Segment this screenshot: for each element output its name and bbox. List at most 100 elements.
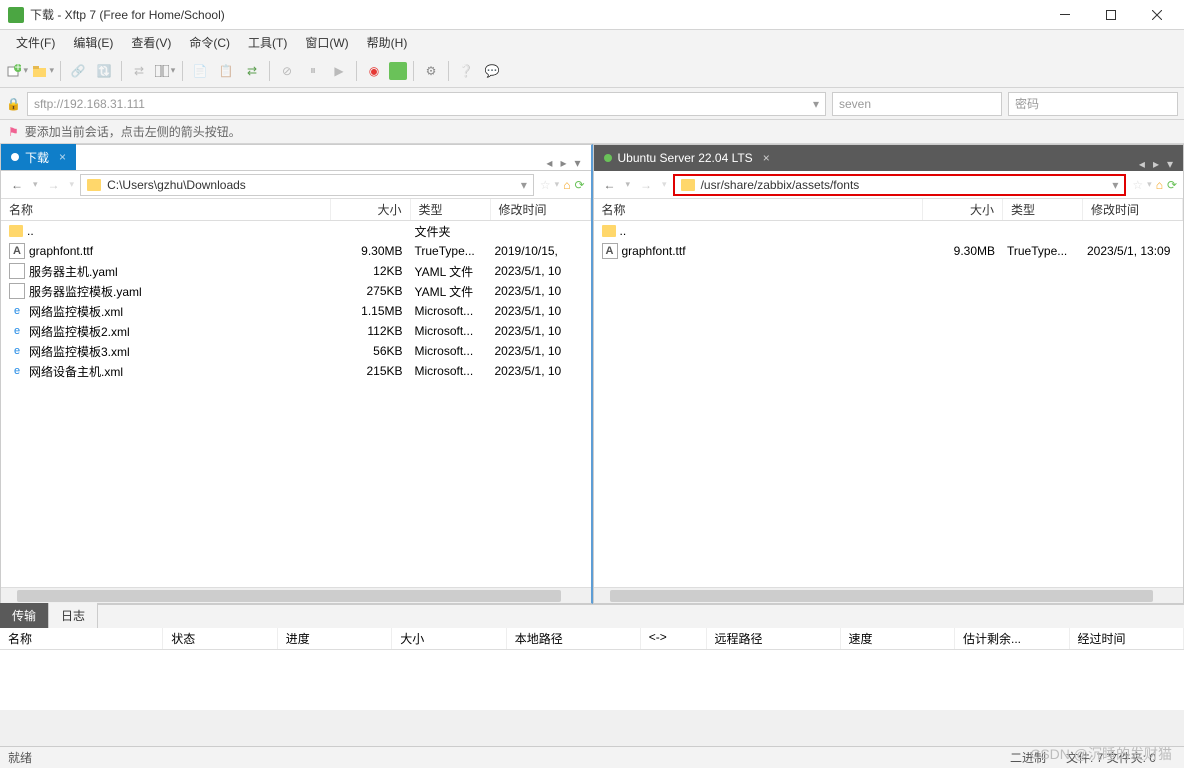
tab-log[interactable]: 日志 [48, 602, 98, 628]
paste-icon[interactable]: 📋 [215, 60, 237, 82]
lock-icon: 🔒 [6, 97, 21, 111]
file-row[interactable]: Agraphfont.ttf 9.30MB TrueType... 2023/5… [594, 241, 1184, 261]
menu-edit[interactable]: 编辑(E) [65, 32, 121, 53]
open-folder-icon[interactable]: ▾ [32, 60, 54, 82]
hscrollbar[interactable] [594, 587, 1184, 603]
tab-menu-icon[interactable]: ▾ [1167, 157, 1173, 171]
back-icon[interactable]: ← [7, 178, 27, 192]
sync-icon[interactable]: ⇄ [128, 60, 150, 82]
hscrollbar[interactable] [1, 587, 591, 603]
status-ready: 就绪 [8, 749, 32, 766]
col-name[interactable]: 名称 [1, 199, 331, 220]
remote-path-input[interactable]: /usr/share/zabbix/assets/fonts ▾ [673, 174, 1127, 196]
address-input[interactable]: sftp://192.168.31.111▾ [27, 92, 826, 116]
parent-dir[interactable]: .. [594, 221, 1184, 241]
copy-icon[interactable]: 📄 [189, 60, 211, 82]
menu-file[interactable]: 文件(F) [8, 32, 63, 53]
username-input[interactable]: seven [832, 92, 1002, 116]
local-path-input[interactable]: C:\Users\gzhu\Downloads ▾ [80, 174, 534, 196]
tab-prev-icon[interactable]: ◂ [1139, 157, 1145, 171]
password-input[interactable]: 密码 [1008, 92, 1178, 116]
link-icon[interactable]: 🔗 [67, 60, 89, 82]
remote-tabstrip: Ubuntu Server 22.04 LTS × ◂ ▸ ▾ [594, 145, 1184, 171]
parent-dir[interactable]: .. 文件夹 [1, 221, 591, 241]
file-row[interactable]: e网络设备主机.xml 215KB Microsoft... 2023/5/1,… [1, 361, 591, 381]
col-name[interactable]: 名称 [594, 199, 924, 220]
tcol-status[interactable]: 状态 [163, 628, 278, 649]
new-session-icon[interactable]: +▾ [6, 60, 28, 82]
stop-icon[interactable]: ⊘ [276, 60, 298, 82]
tcol-progress[interactable]: 进度 [278, 628, 393, 649]
refresh-icon[interactable]: ⟳ [574, 178, 584, 192]
hint-text: 要添加当前会话，点击左侧的箭头按钮。 [25, 123, 241, 140]
xml-file-icon: e [9, 323, 25, 339]
tab-next-icon[interactable]: ▸ [1153, 157, 1159, 171]
tab-downloads[interactable]: 下载 × [1, 144, 76, 170]
file-row[interactable]: e网络监控模板2.xml 112KB Microsoft... 2023/5/1… [1, 321, 591, 341]
resume-icon[interactable]: ▶ [328, 60, 350, 82]
local-file-list[interactable]: .. 文件夹 Agraphfont.ttf 9.30MB TrueType...… [1, 221, 591, 587]
xml-file-icon: e [9, 343, 25, 359]
forward-icon[interactable]: → [636, 178, 656, 192]
pause-icon[interactable]: ⏸ [302, 60, 324, 82]
home-icon[interactable]: ⌂ [563, 178, 570, 192]
tcol-remain[interactable]: 估计剩余... [955, 628, 1070, 649]
col-type[interactable]: 类型 [411, 199, 491, 220]
col-date[interactable]: 修改时间 [491, 199, 591, 220]
folder-icon [9, 225, 23, 237]
col-size[interactable]: 大小 [331, 199, 411, 220]
xml-file-icon: e [9, 303, 25, 319]
menu-window[interactable]: 窗口(W) [297, 32, 356, 53]
minimize-button[interactable] [1042, 0, 1088, 30]
transfer-icon[interactable]: ⇄ [241, 60, 263, 82]
file-row[interactable]: Agraphfont.ttf 9.30MB TrueType... 2019/1… [1, 241, 591, 261]
app-green-icon[interactable] [389, 62, 407, 80]
tab-next-icon[interactable]: ▸ [560, 156, 566, 170]
refresh-icon[interactable]: ⟳ [1167, 178, 1177, 192]
tab-close-icon[interactable]: × [763, 151, 770, 165]
bookmark-icon[interactable]: ☆ [540, 178, 551, 192]
split-icon[interactable]: ▾ [154, 60, 176, 82]
local-file-header: 名称 大小 类型 修改时间 [1, 199, 591, 221]
status-dot-icon [604, 154, 612, 162]
brand-icon[interactable]: ◉ [363, 60, 385, 82]
col-type[interactable]: 类型 [1003, 199, 1083, 220]
tab-menu-icon[interactable]: ▾ [574, 156, 580, 170]
menu-view[interactable]: 查看(V) [123, 32, 179, 53]
col-date[interactable]: 修改时间 [1083, 199, 1183, 220]
tcol-name[interactable]: 名称 [0, 628, 163, 649]
maximize-button[interactable] [1088, 0, 1134, 30]
svg-text:+: + [14, 63, 21, 74]
settings-icon[interactable]: ⚙ [420, 60, 442, 82]
folder-icon [681, 179, 695, 191]
menu-help[interactable]: 帮助(H) [359, 32, 416, 53]
tcol-local[interactable]: 本地路径 [507, 628, 641, 649]
tab-prev-icon[interactable]: ◂ [546, 156, 552, 170]
file-row[interactable]: e网络监控模板.xml 1.15MB Microsoft... 2023/5/1… [1, 301, 591, 321]
file-row[interactable]: 服务器主机.yaml 12KB YAML 文件 2023/5/1, 10 [1, 261, 591, 281]
menu-tools[interactable]: 工具(T) [240, 32, 295, 53]
window-title: 下载 - Xftp 7 (Free for Home/School) [30, 6, 1042, 23]
file-row[interactable]: e网络监控模板3.xml 56KB Microsoft... 2023/5/1,… [1, 341, 591, 361]
tcol-dir[interactable]: <-> [641, 628, 707, 649]
back-icon[interactable]: ← [600, 178, 620, 192]
bookmark-icon[interactable]: ☆ [1132, 178, 1143, 192]
tcol-remote[interactable]: 远程路径 [707, 628, 841, 649]
file-row[interactable]: 服务器监控模板.yaml 275KB YAML 文件 2023/5/1, 10 [1, 281, 591, 301]
tcol-size[interactable]: 大小 [392, 628, 507, 649]
col-size[interactable]: 大小 [923, 199, 1003, 220]
home-icon[interactable]: ⌂ [1156, 178, 1163, 192]
menu-cmd[interactable]: 命令(C) [181, 32, 238, 53]
tab-ubuntu[interactable]: Ubuntu Server 22.04 LTS × [594, 145, 780, 171]
chat-icon[interactable]: 💬 [481, 60, 503, 82]
close-button[interactable] [1134, 0, 1180, 30]
help-icon[interactable]: ❔ [455, 60, 477, 82]
tcol-speed[interactable]: 速度 [841, 628, 956, 649]
forward-icon[interactable]: → [44, 178, 64, 192]
tab-close-icon[interactable]: × [59, 150, 66, 164]
transfer-header: 名称 状态 进度 大小 本地路径 <-> 远程路径 速度 估计剩余... 经过时… [0, 628, 1184, 650]
reconnect-icon[interactable]: 🔃 [93, 60, 115, 82]
tab-transfer[interactable]: 传输 [0, 603, 48, 628]
remote-file-list[interactable]: .. Agraphfont.ttf 9.30MB TrueType... 202… [594, 221, 1184, 587]
tcol-elapsed[interactable]: 经过时间 [1070, 628, 1184, 649]
